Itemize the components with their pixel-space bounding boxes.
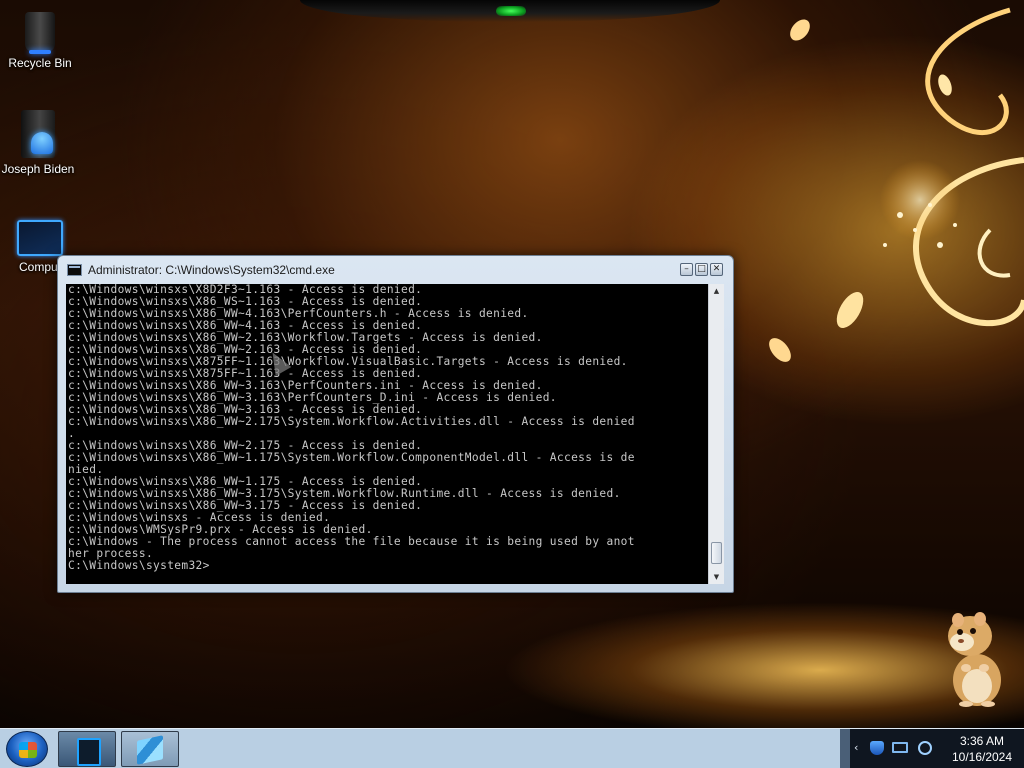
window-controls: – □ ✕	[680, 263, 723, 276]
scroll-up-arrow-icon[interactable]: ▲	[709, 284, 724, 298]
close-button[interactable]: ✕	[710, 263, 723, 276]
console-icon	[67, 264, 82, 276]
green-glow-led	[496, 6, 526, 16]
wallpaper-swirl	[769, 7, 1024, 362]
minimize-button[interactable]: –	[680, 263, 693, 276]
show-hidden-icons-button[interactable]: ‹	[854, 741, 858, 754]
system-tray: ‹ 3:36 AM 10/16/2024	[850, 729, 1024, 768]
clock-time: 3:36 AM	[959, 734, 1005, 748]
clock-date: 10/16/2024	[951, 750, 1013, 764]
desktop-icon-user-folder[interactable]: Joseph Biden	[0, 110, 78, 176]
command-prompt[interactable]: C:\Windows\system32>	[68, 560, 706, 572]
show-desktop-button[interactable]	[840, 729, 850, 768]
clock[interactable]: 3:36 AM 10/16/2024	[942, 733, 1022, 765]
windows-start-icon	[19, 742, 37, 758]
scroll-down-arrow-icon[interactable]: ▼	[709, 570, 724, 584]
desktop-icon-recycle-bin[interactable]: Recycle Bin	[0, 6, 80, 70]
window-titlebar[interactable]: Administrator: C:\Windows\System32\cmd.e…	[58, 256, 733, 284]
cmd-taskbar-button[interactable]	[58, 731, 116, 767]
console-line: c:\Windows\winsxs\X86_WW~2.175\System.Wo…	[68, 415, 635, 428]
volume-icon[interactable]	[918, 741, 932, 755]
console-line: c:\Windows - The process cannot access t…	[68, 535, 635, 548]
user-folder-icon	[21, 110, 55, 158]
window-title: Administrator: C:\Windows\System32\cmd.e…	[88, 263, 335, 277]
computer-icon	[17, 220, 63, 256]
start-button[interactable]	[6, 731, 48, 767]
console-output[interactable]: c:\Windows\winsxs\X8D2F3~1.163 - Access …	[66, 284, 708, 584]
desktop-icon-label: Joseph Biden	[1, 162, 75, 176]
hamster-gadget[interactable]	[944, 608, 1006, 708]
maximize-button[interactable]: □	[695, 263, 708, 276]
network-icon[interactable]	[892, 742, 908, 753]
scrollbar-thumb[interactable]	[711, 542, 722, 564]
taskbar: ‹ 3:36 AM 10/16/2024	[0, 728, 1024, 768]
recycle-bin-icon	[25, 12, 55, 54]
regedit-taskbar-button[interactable]	[121, 731, 179, 767]
desktop-icon-label: Recycle Bin	[8, 56, 72, 70]
top-ambient-glow	[300, 0, 720, 22]
cmd-window[interactable]: Administrator: C:\Windows\System32\cmd.e…	[57, 255, 734, 593]
console-line: c:\Windows\winsxs\X86_WW~1.175\System.Wo…	[68, 451, 635, 464]
vertical-scrollbar[interactable]: ▲ ▼	[708, 284, 724, 584]
security-shield-icon[interactable]	[870, 741, 884, 755]
